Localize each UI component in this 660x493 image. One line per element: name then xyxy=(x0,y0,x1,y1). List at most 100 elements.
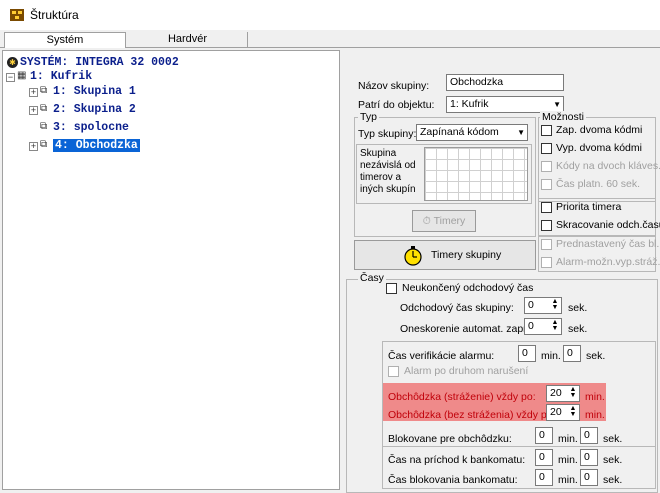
guard-disarmed-value: 20 xyxy=(550,406,562,418)
title-bar: Štruktúra xyxy=(0,0,660,30)
tree-group-label: 2: Skupina 2 xyxy=(53,103,136,116)
bank-arrival-min-input[interactable]: 0 xyxy=(535,449,553,466)
option-checkbox[interactable] xyxy=(541,202,552,213)
delay-value: 0 xyxy=(528,320,534,332)
option-label: Priorita timera xyxy=(556,201,622,213)
expand-icon[interactable]: + xyxy=(29,106,38,115)
option-label: Skracovanie odch.času xyxy=(556,219,660,231)
bank-block-sec-input[interactable]: 0 xyxy=(580,469,598,486)
divider xyxy=(383,446,655,447)
tab-bar: Systém Hardvér xyxy=(0,30,660,48)
option-checkbox[interactable] xyxy=(541,143,552,154)
chevron-down-icon: ▼ xyxy=(553,100,561,109)
spinner-arrows-icon: ▲ ▼ xyxy=(551,319,559,332)
exit-time-unit: sek. xyxy=(568,302,588,314)
unit-sec: sek. xyxy=(603,433,623,445)
tab-system[interactable]: Systém xyxy=(4,32,126,48)
group-timers-button[interactable]: Timery skupiny xyxy=(354,240,536,270)
bank-arrival-label: Čas na príchod k bankomatu: xyxy=(388,454,526,466)
expand-icon[interactable]: + xyxy=(29,142,38,151)
times-legend: Časy xyxy=(358,272,386,284)
option-label: Prednastavený čas bl. xyxy=(556,238,660,250)
type-value: Zapínaná kódom xyxy=(420,126,499,138)
spinner-arrows-icon: ▲ ▼ xyxy=(569,405,577,418)
options-legend: Možnosti xyxy=(540,111,587,123)
unit-min: min. xyxy=(558,433,578,445)
alarm-second-checkbox xyxy=(388,366,399,377)
group-icon: ⧉ xyxy=(40,121,48,132)
guard-disarmed-label: Obchôdzka (bez stráženia) vždy po: xyxy=(388,409,556,421)
group-timers-label: Timery skupiny xyxy=(431,249,502,261)
group-name-input[interactable]: Obchodzka xyxy=(446,74,564,91)
option-label: Čas platn. 60 sek. xyxy=(556,178,641,190)
option-checkbox xyxy=(541,239,552,250)
timers-button[interactable]: ⏱ Timery xyxy=(412,210,476,232)
tree-group-label: 4: Obchodzka xyxy=(53,139,140,152)
alarm-second-label: Alarm po druhom narušení xyxy=(404,365,529,377)
option-label: Zap. dvoma kódmi xyxy=(556,124,643,136)
bank-arrival-sec-input[interactable]: 0 xyxy=(580,449,598,466)
type-legend: Typ xyxy=(358,111,379,123)
guard-armed-label: Obchôdzka (stráženie) vždy po: xyxy=(388,391,536,403)
spinner-arrows-icon: ▲ ▼ xyxy=(569,386,577,399)
stopwatch-icon xyxy=(404,246,422,266)
belongs-value: 1: Kufrik xyxy=(450,98,489,110)
system-icon: ✱ xyxy=(7,57,18,68)
expand-icon[interactable]: + xyxy=(29,88,38,97)
type-label: Typ skupiny: xyxy=(358,128,417,140)
spinner-arrows-icon: ▲ ▼ xyxy=(551,298,559,311)
guard-disarmed-spinner[interactable]: 20 ▲ ▼ xyxy=(546,404,580,421)
guard-armed-spinner[interactable]: 20 ▲ ▼ xyxy=(546,385,580,402)
option-label: Kódy na dvoch kláves. xyxy=(556,160,660,172)
collapse-icon[interactable]: − xyxy=(6,73,15,82)
delay-unit: sek. xyxy=(568,323,588,335)
structure-app-icon xyxy=(10,9,24,21)
verification-label: Čas verifikácie alarmu: xyxy=(388,350,495,362)
blocked-min-input[interactable]: 0 xyxy=(535,427,553,444)
option-checkbox xyxy=(541,257,552,268)
unit-min: min. xyxy=(585,391,605,403)
exit-time-value: 0 xyxy=(528,299,534,311)
unit-min: min. xyxy=(558,454,578,466)
structure-tree[interactable]: ✱ SYSTÉM: INTEGRA 32 0002 − ▦ 1: Kufrik … xyxy=(2,50,340,490)
unit-min: min. xyxy=(558,474,578,486)
option-label: Alarm-možn.vyp.stráž. xyxy=(556,256,660,268)
infinite-exit-label: Neukončený odchodový čas xyxy=(402,282,534,294)
group-icon: ⧉ xyxy=(40,103,48,114)
option-checkbox[interactable] xyxy=(541,125,552,136)
unit-min: min. xyxy=(541,350,561,362)
exit-time-spinner[interactable]: 0 ▲ ▼ xyxy=(524,297,562,314)
group-name-label: Názov skupiny: xyxy=(358,80,430,92)
independent-note: Skupina nezávislá od timerov a iných sku… xyxy=(360,148,416,195)
type-select[interactable]: Zapínaná kódom ▼ xyxy=(416,124,528,141)
unit-sec: sek. xyxy=(603,474,623,486)
option-checkbox xyxy=(541,161,552,172)
delay-label: Oneskorenie automat. zapn. xyxy=(400,323,532,335)
verification-sec-input[interactable]: 0 xyxy=(563,345,581,362)
infinite-exit-checkbox[interactable] xyxy=(386,283,397,294)
bank-block-min-input[interactable]: 0 xyxy=(535,469,553,486)
unit-sec: sek. xyxy=(603,454,623,466)
guard-armed-value: 20 xyxy=(550,387,562,399)
object-icon: ▦ xyxy=(17,70,27,81)
tree-group-label: 3: spolocne xyxy=(53,121,129,134)
option-label: Vyp. dvoma kódmi xyxy=(556,142,642,154)
belongs-label: Patrí do objektu: xyxy=(358,99,435,111)
blocked-sec-input[interactable]: 0 xyxy=(580,427,598,444)
tree-root-label: SYSTÉM: INTEGRA 32 0002 xyxy=(20,56,179,69)
chevron-down-icon: ▼ xyxy=(517,128,525,137)
tab-hardware[interactable]: Hardvér xyxy=(128,32,248,48)
tree-group-label: 1: Skupina 1 xyxy=(53,85,136,98)
window-title: Štruktúra xyxy=(30,8,79,22)
exit-time-label: Odchodový čas skupiny: xyxy=(400,302,514,314)
clock-icon: ⏱ xyxy=(422,215,431,227)
blocked-label: Blokovane pre obchôdzku: xyxy=(388,433,512,445)
option-checkbox xyxy=(541,179,552,190)
bank-block-label: Čas blokovania bankomatu: xyxy=(388,474,518,486)
timers-button-label: Timery xyxy=(433,215,466,227)
delay-spinner[interactable]: 0 ▲ ▼ xyxy=(524,318,562,335)
option-checkbox[interactable] xyxy=(541,220,552,231)
group-icon: ⧉ xyxy=(40,85,48,96)
verification-min-input[interactable]: 0 xyxy=(518,345,536,362)
unit-sec: sek. xyxy=(586,350,606,362)
